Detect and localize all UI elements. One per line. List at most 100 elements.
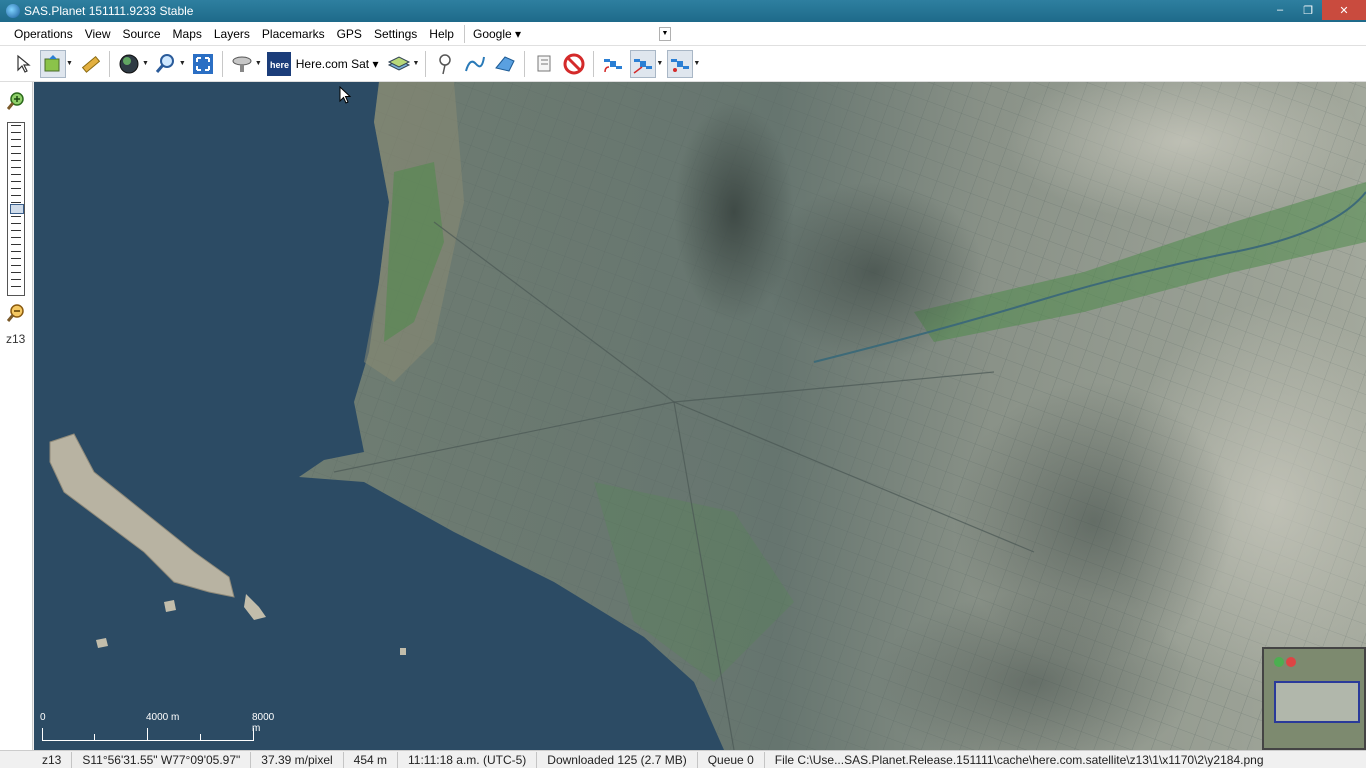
- map-source-label[interactable]: Here.com Sat ▾: [296, 57, 379, 71]
- ruler-button[interactable]: [77, 50, 103, 78]
- islet: [164, 600, 176, 612]
- add-placemark-button[interactable]: [432, 50, 458, 78]
- scale-label-mid: 4000 m: [146, 712, 180, 723]
- move-map-button[interactable]: [40, 49, 66, 78]
- status-queue: Queue 0: [698, 751, 765, 768]
- menu-placemarks[interactable]: Placemarks: [256, 23, 331, 45]
- zoom-slider-thumb[interactable]: [10, 204, 24, 214]
- globe-icon: [119, 54, 139, 73]
- menu-help[interactable]: Help: [423, 23, 460, 45]
- search-provider-combo[interactable]: Google ▾ ▼: [469, 23, 675, 45]
- scale-tick: [147, 728, 148, 741]
- window-controls: – ❐ ✕: [1266, 0, 1366, 20]
- pointer-icon: [17, 54, 31, 73]
- minimap-view-frame[interactable]: [1274, 681, 1360, 723]
- zoom-slider[interactable]: [7, 122, 25, 296]
- overview-minimap[interactable]: [1262, 647, 1366, 750]
- menu-maps[interactable]: Maps: [167, 23, 208, 45]
- gps-center-dropdown-icon[interactable]: ▼: [693, 60, 700, 67]
- zoom-out-button[interactable]: [6, 304, 25, 325]
- gps-track-icon: [633, 58, 653, 74]
- menu-gps[interactable]: GPS: [331, 23, 368, 45]
- gps-track-dropdown-icon[interactable]: ▼: [656, 60, 663, 67]
- gps-satellite-icon: [604, 58, 623, 72]
- scale-tick: [94, 734, 95, 741]
- here-source-button[interactable]: here: [266, 50, 292, 78]
- minimize-button[interactable]: –: [1266, 0, 1294, 20]
- add-path-button[interactable]: [462, 50, 488, 78]
- menu-separator: [463, 24, 465, 43]
- mouse-cursor-icon: [339, 86, 351, 104]
- satellite-dish-icon: [232, 56, 252, 72]
- status-file-path: File C:\Use...SAS.Planet.Release.151111\…: [774, 752, 1264, 767]
- dark-ridge: [764, 182, 984, 362]
- polygon-icon: [495, 55, 516, 72]
- svg-text:here: here: [270, 60, 289, 70]
- zoom-tool-button[interactable]: [153, 50, 179, 78]
- forbidden-icon: [563, 53, 585, 74]
- zoom-in-button[interactable]: [6, 92, 25, 113]
- search-provider-label: Google ▾: [472, 26, 522, 41]
- scale-label-start: 0: [40, 712, 46, 723]
- menu-bar: Operations View Source Maps Layers Place…: [0, 22, 1366, 46]
- gps-center-icon: [671, 58, 690, 72]
- scale-tick: [200, 734, 201, 741]
- layers-button[interactable]: [386, 50, 412, 78]
- menu-source[interactable]: Source: [117, 23, 167, 45]
- search-dropdown-icon[interactable]: ▼: [658, 26, 671, 41]
- toolbar-separator: [425, 50, 427, 77]
- ruler-icon: [81, 55, 100, 73]
- globe-button[interactable]: [116, 50, 142, 78]
- satellite-dropdown-icon[interactable]: ▼: [255, 60, 262, 67]
- add-polygon-button[interactable]: [492, 50, 518, 78]
- zoom-in-icon: [6, 92, 24, 110]
- move-map-dropdown-icon[interactable]: ▼: [66, 60, 73, 67]
- here-logo-icon: here: [266, 51, 291, 76]
- close-button[interactable]: ✕: [1322, 0, 1366, 20]
- scale-tick: [42, 728, 43, 741]
- placemark-pin-icon: [439, 53, 452, 74]
- satellite-dish-button[interactable]: [229, 50, 255, 78]
- status-zoom: z13: [0, 751, 73, 768]
- menu-layers[interactable]: Layers: [208, 23, 256, 45]
- status-resolution: 37.39 m/pixel: [251, 751, 344, 768]
- status-bar: z13 S11°56'31.55" W77°09'05.97" 37.39 m/…: [0, 750, 1366, 768]
- main-toolbar: ▼ ▼ ▼ ▼ here Here.com Sat ▾ ▼ ▼ ▼: [0, 46, 1366, 82]
- scale-line: [42, 740, 254, 741]
- scale-tick: [253, 728, 254, 741]
- menu-view[interactable]: View: [79, 23, 117, 45]
- layers-icon: [388, 55, 411, 71]
- minimap-zoom-out-icon[interactable]: [1286, 657, 1296, 667]
- gps-center-button[interactable]: [667, 49, 694, 78]
- toolbar-separator: [593, 50, 595, 77]
- menu-operations[interactable]: Operations: [8, 23, 79, 45]
- path-icon: [465, 56, 486, 71]
- hide-placemarks-button[interactable]: [561, 50, 587, 78]
- fullscreen-button[interactable]: [190, 50, 216, 78]
- gps-connect-button[interactable]: [600, 50, 626, 78]
- globe-dropdown-icon[interactable]: ▼: [142, 60, 149, 67]
- zoom-sidebar: z13: [0, 82, 33, 750]
- map-viewport[interactable]: [34, 82, 1366, 750]
- menu-settings[interactable]: Settings: [368, 23, 423, 45]
- placemark-list-icon: [537, 55, 551, 71]
- fullscreen-icon: [192, 53, 213, 74]
- select-pointer-button[interactable]: [10, 50, 36, 78]
- toolbar-separator: [524, 50, 526, 77]
- toolbar-separator: [221, 50, 223, 77]
- zoom-level-label: z13: [6, 332, 26, 346]
- scale-label-end: 8000 m: [252, 712, 275, 734]
- status-distance: 454 m: [344, 751, 399, 768]
- layers-dropdown-icon[interactable]: ▼: [412, 60, 419, 67]
- zoom-dropdown-icon[interactable]: ▼: [179, 60, 186, 67]
- restore-button[interactable]: ❐: [1294, 0, 1322, 20]
- map-move-icon: [44, 54, 60, 71]
- title-bar: SAS.Planet 151111.9233 Stable – ❐ ✕: [0, 0, 1366, 22]
- window-title: SAS.Planet 151111.9233 Stable: [24, 4, 194, 18]
- status-time: 11:11:18 a.m. (UTC-5): [398, 751, 538, 768]
- gps-track-button[interactable]: [630, 49, 657, 78]
- minimap-zoom-in-icon[interactable]: [1274, 657, 1284, 667]
- scale-bar: 0 4000 m 8000 m: [40, 712, 274, 746]
- status-coordinates: S11°56'31.55" W77°09'05.97": [72, 751, 252, 768]
- placemark-manager-button[interactable]: [531, 50, 557, 78]
